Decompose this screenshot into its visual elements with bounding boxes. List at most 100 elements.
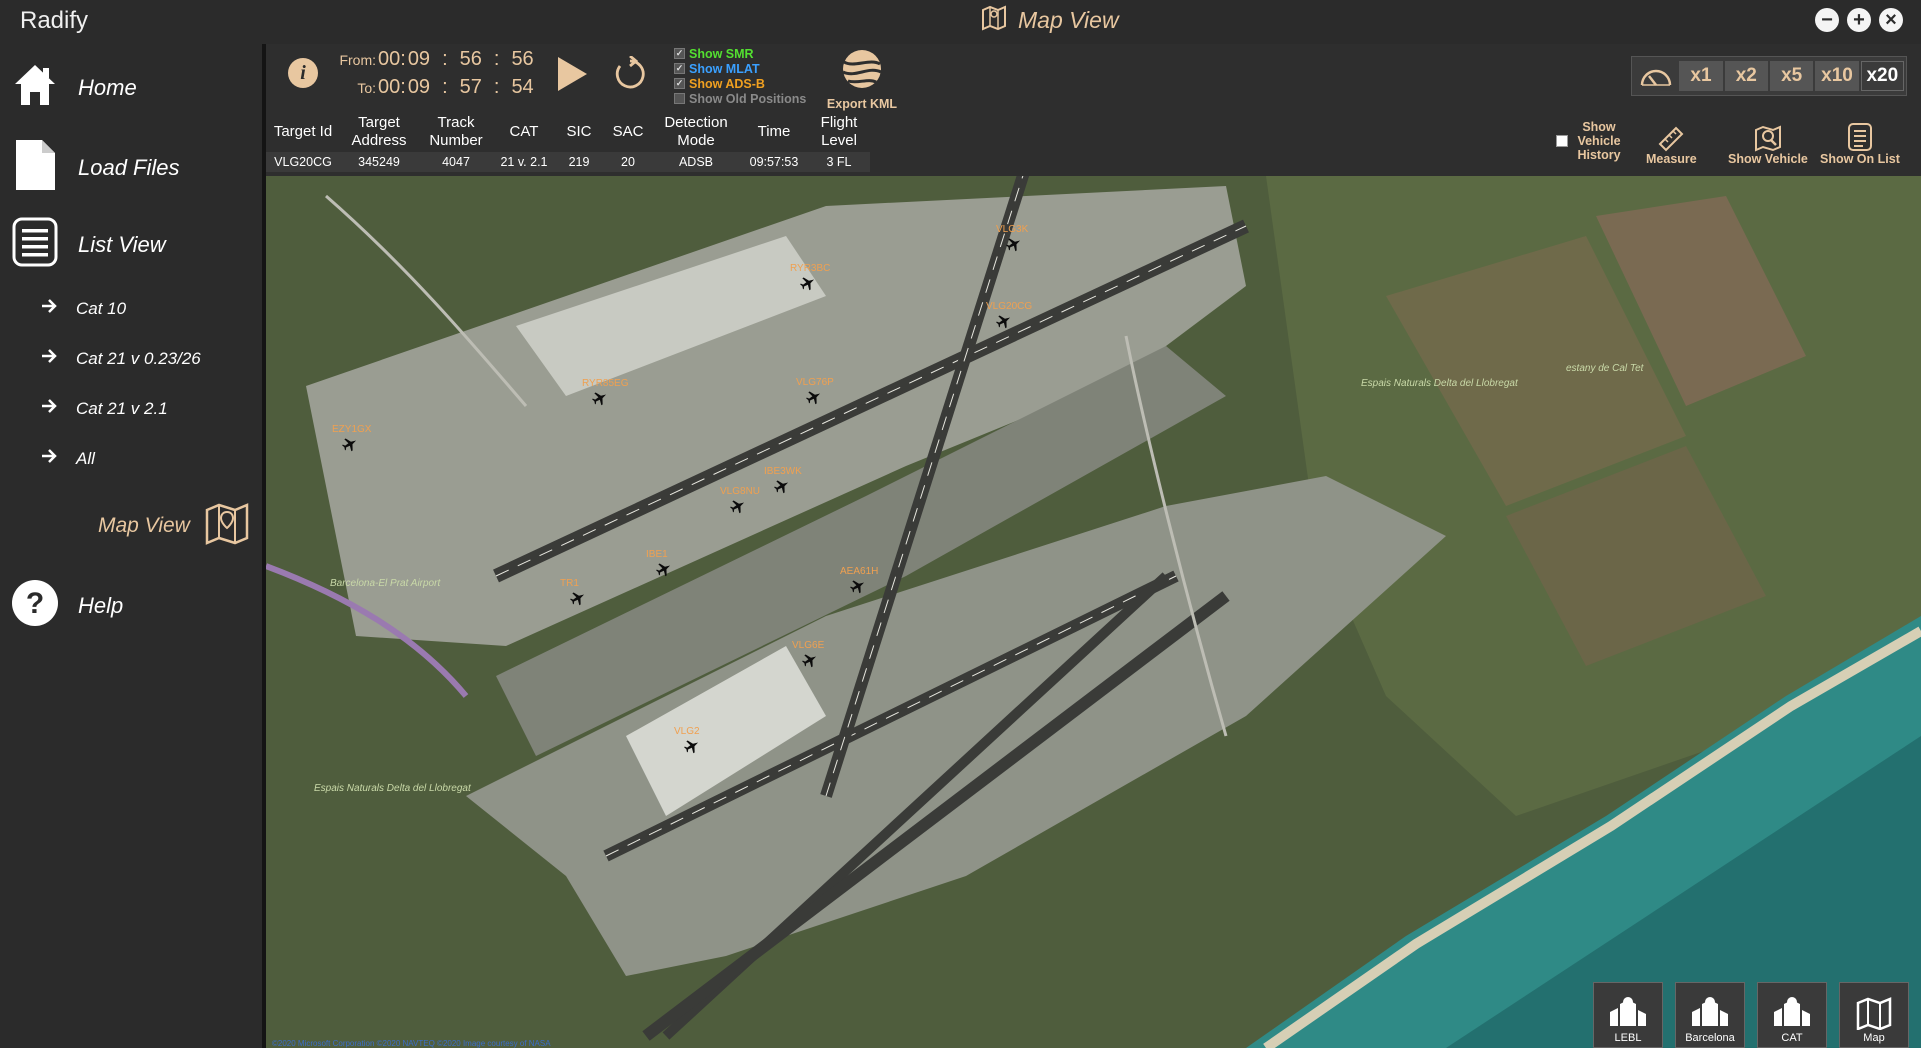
layer-label: Show SMR: [689, 46, 754, 61]
measure-label: Measure: [1646, 152, 1697, 166]
aircraft-label: VLG8NU: [720, 486, 760, 497]
preset-label: Barcelona: [1685, 1032, 1735, 1044]
app-name: Radify: [20, 7, 89, 34]
preset-barcelona-button[interactable]: Barcelona: [1675, 982, 1745, 1048]
checkbox[interactable]: ✓: [674, 48, 685, 59]
city-pin-icon: [1692, 997, 1728, 1026]
aircraft-label: VLG20CG: [986, 301, 1032, 312]
speed-x2-button[interactable]: x2: [1724, 61, 1768, 91]
col-cat: CAT: [509, 123, 539, 140]
map-view[interactable]: Espais Naturals Delta del Llobregat Espa…: [266, 176, 1921, 1048]
arrow-right-icon: [40, 297, 58, 320]
map-preset-bar: LEBL Barcelona CAT Map: [1593, 982, 1909, 1048]
col-target-id: Target Id: [273, 123, 333, 140]
layer-label: Show MLAT: [689, 61, 760, 76]
minimize-button[interactable]: −: [1815, 8, 1839, 32]
cell: 4047: [418, 152, 494, 172]
close-button[interactable]: ×: [1879, 8, 1903, 32]
sidebar-item-list-view[interactable]: List View: [10, 216, 166, 273]
to-label: To:: [357, 80, 376, 96]
cell: 09:57:53: [740, 152, 808, 172]
aircraft-label: RYR85EG: [582, 378, 629, 389]
show-vehicle-button[interactable]: Show Vehicle: [1728, 118, 1808, 166]
map-place-label: estany de Cal Tet: [1566, 363, 1645, 374]
sidebar-item-cat-21-v21[interactable]: Cat 21 v 2.1: [40, 397, 168, 420]
show-mlat-checkbox[interactable]: ✓ Show MLAT: [674, 61, 806, 76]
speed-x1-button[interactable]: x1: [1679, 61, 1723, 91]
preset-cat-button[interactable]: CAT: [1757, 982, 1827, 1048]
show-vehicle-label: Show Vehicle: [1728, 152, 1808, 166]
vehicle-history-label: Show Vehicle History: [1577, 120, 1621, 162]
to-time: To: 00: 09 : 57 : 54: [334, 76, 533, 99]
measure-button[interactable]: Measure: [1646, 118, 1697, 166]
info-button[interactable]: i: [288, 58, 318, 88]
col-track-number: Track Number: [429, 114, 483, 149]
from-hours[interactable]: 00:: [378, 48, 406, 71]
satellite-map[interactable]: Espais Naturals Delta del Llobregat Espa…: [266, 176, 1921, 1048]
selected-track-table: Target Id Target Address Track Number CA…: [266, 112, 870, 172]
show-smr-checkbox[interactable]: ✓ Show SMR: [674, 46, 806, 61]
col-flight-level: Flight Level: [820, 114, 858, 149]
cell: 20: [604, 152, 652, 172]
to-minutes[interactable]: 09: [408, 76, 430, 99]
speed-selector: x1 x2 x5 x10 x20: [1631, 56, 1907, 96]
preset-lebl-button[interactable]: LEBL: [1593, 982, 1663, 1048]
sidebar-item-cat-10[interactable]: Cat 10: [40, 297, 126, 320]
table-row[interactable]: VLG20CG 345249 4047 21 v. 2.1 219 20 ADS…: [266, 152, 870, 172]
sidebar-item-all[interactable]: All: [40, 447, 95, 470]
cell: 21 v. 2.1: [494, 152, 554, 172]
to-frames[interactable]: 54: [511, 76, 533, 99]
show-old-positions-checkbox[interactable]: Show Old Positions: [674, 91, 806, 106]
to-seconds[interactable]: 57: [460, 76, 482, 99]
col-sac: SAC: [612, 123, 644, 140]
arrow-right-icon: [40, 397, 58, 420]
preset-map-button[interactable]: Map: [1839, 982, 1909, 1048]
window-title-text: Map View: [1018, 6, 1119, 33]
speed-x5-button[interactable]: x5: [1769, 61, 1814, 91]
sidebar-item-label: Home: [78, 74, 137, 100]
to-hours[interactable]: 00:: [378, 76, 406, 99]
map-copyright: ©2020 Microsoft Corporation ©2020 NAVTEQ…: [272, 1039, 551, 1048]
col-detection-mode: Detection Mode: [664, 114, 728, 149]
sidebar-item-home[interactable]: Home: [10, 60, 137, 115]
checkbox[interactable]: ✓: [674, 63, 685, 74]
aircraft-label: IBE1: [646, 549, 668, 560]
cell: VLG20CG: [266, 152, 340, 172]
aircraft-label: IBE3WK: [764, 466, 802, 477]
layer-label: Show ADS-B: [689, 76, 765, 91]
map-place-label: Espais Naturals Delta del Llobregat: [1361, 378, 1519, 389]
sidebar-item-help[interactable]: ? Help: [10, 578, 123, 633]
speed-x20-button[interactable]: x20: [1860, 61, 1905, 91]
replay-button[interactable]: [612, 54, 648, 97]
show-vehicle-history-toggle[interactable]: Show Vehicle History: [1556, 120, 1624, 162]
from-minutes[interactable]: 09: [408, 48, 430, 71]
window-controls: − + ×: [1815, 8, 1903, 32]
sidebar-item-map-view[interactable]: Map View: [98, 500, 250, 551]
export-kml-button[interactable]: Export KML: [826, 48, 898, 111]
svg-text:?: ?: [26, 587, 44, 620]
sidebar-item-label: Map View: [98, 513, 190, 537]
sidebar-item-cat-21-v023[interactable]: Cat 21 v 0.23/26: [40, 347, 201, 370]
checkbox[interactable]: [674, 93, 685, 104]
speedometer-icon: [1632, 64, 1679, 88]
map-place-label: Barcelona-El Prat Airport: [330, 578, 441, 589]
checkbox[interactable]: ✓: [674, 78, 685, 89]
cell: 3 FL: [808, 152, 870, 172]
export-kml-label: Export KML: [826, 97, 898, 111]
speed-x10-button[interactable]: x10: [1815, 61, 1859, 91]
list-icon: [1820, 118, 1900, 152]
sidebar-subitem-label: Cat 10: [76, 298, 127, 318]
from-seconds[interactable]: 56: [460, 48, 482, 71]
show-on-list-button[interactable]: Show On List: [1820, 118, 1900, 166]
arrow-right-icon: [40, 347, 58, 370]
sidebar-item-load-files[interactable]: Load Files: [10, 138, 180, 197]
show-adsb-checkbox[interactable]: ✓ Show ADS-B: [674, 76, 806, 91]
maximize-button[interactable]: +: [1847, 8, 1871, 32]
play-button[interactable]: [554, 54, 590, 99]
from-frames[interactable]: 56: [511, 48, 533, 71]
cell: 345249: [340, 152, 418, 172]
preset-label: CAT: [1781, 1032, 1803, 1044]
checkbox[interactable]: [1556, 135, 1568, 147]
from-time: From: 00: 09 : 56 : 56: [334, 48, 533, 71]
ruler-icon: [1646, 118, 1697, 152]
